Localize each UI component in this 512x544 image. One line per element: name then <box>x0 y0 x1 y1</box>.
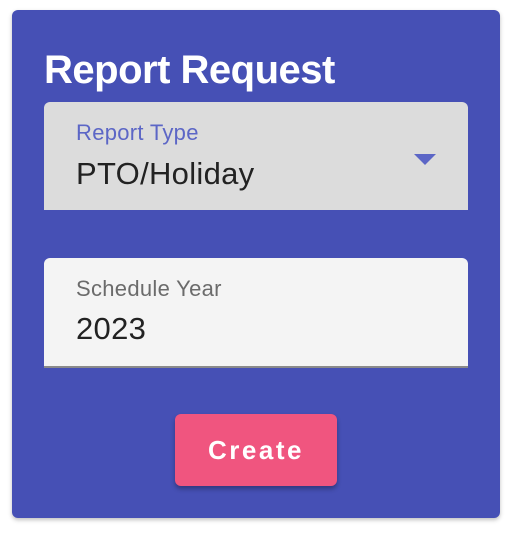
report-type-label: Report Type <box>76 120 199 145</box>
create-button[interactable]: Create <box>175 414 337 486</box>
schedule-year-label: Schedule Year <box>76 276 222 301</box>
report-request-card: Report Request Report Type PTO/Holiday S… <box>12 10 500 518</box>
report-type-select[interactable]: Report Type PTO/Holiday <box>44 102 468 210</box>
dropdown-arrow-icon[interactable] <box>414 154 436 165</box>
schedule-year-field[interactable]: Schedule Year <box>44 258 468 368</box>
card-title: Report Request <box>44 48 335 92</box>
report-type-value: PTO/Holiday <box>76 156 255 191</box>
schedule-year-input[interactable] <box>76 308 436 350</box>
